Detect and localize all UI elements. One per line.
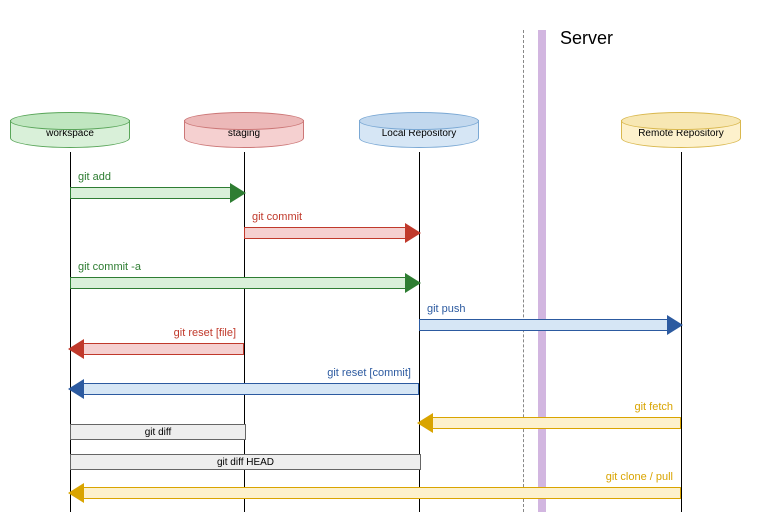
arrow-label: git reset [file] [174, 327, 236, 339]
arrow-label: git add [78, 171, 111, 183]
arrow-git-commit: git commit [244, 226, 419, 240]
arrow-label: git commit -a [78, 261, 141, 273]
server-label: Server [560, 28, 613, 49]
arrow-label: git push [427, 303, 466, 315]
span-label: git diff [145, 427, 172, 438]
arrow-git-clone-pull: git clone / pull [70, 486, 681, 500]
diagram-canvas: Server workspace staging Local Repositor… [0, 0, 759, 512]
lane-remote: Remote Repository [621, 112, 741, 148]
lane-local: Local Repository [359, 112, 479, 148]
arrow-git-fetch: git fetch [419, 416, 681, 430]
arrow-label: git commit [252, 211, 302, 223]
lane-staging: staging [184, 112, 304, 148]
arrow-git-add: git add [70, 186, 244, 200]
arrow-label: git clone / pull [606, 471, 673, 483]
server-boundary-band [538, 30, 546, 512]
span-git-diff: git diff [70, 424, 246, 440]
server-boundary-dash [523, 30, 524, 512]
arrow-label: git fetch [634, 401, 673, 413]
arrow-git-commit-a: git commit -a [70, 276, 419, 290]
lane-workspace: workspace [10, 112, 130, 148]
arrow-label: git reset [commit] [327, 367, 411, 379]
span-git-diff-head: git diff HEAD [70, 454, 421, 470]
span-label: git diff HEAD [217, 457, 274, 468]
arrow-git-push: git push [419, 318, 681, 332]
arrow-git-reset-commit: git reset [commit] [70, 382, 419, 396]
arrow-git-reset-file: git reset [file] [70, 342, 244, 356]
